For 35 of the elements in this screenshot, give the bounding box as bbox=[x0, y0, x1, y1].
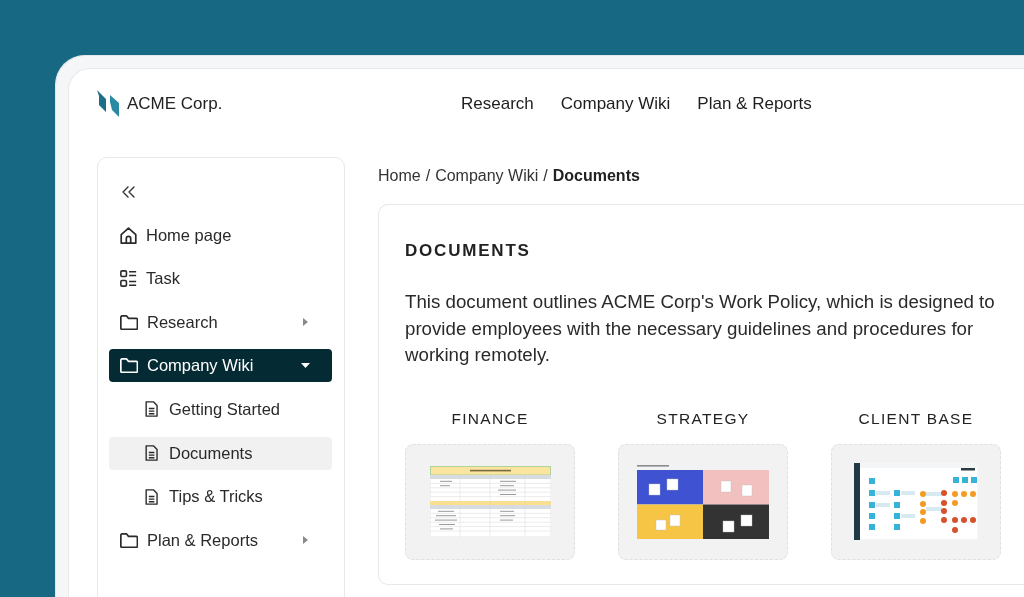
sidebar-item[interactable]: Home page bbox=[109, 218, 332, 252]
breadcrumb-link[interactable]: Home bbox=[378, 164, 421, 188]
nav-link[interactable]: Research bbox=[461, 92, 534, 115]
description-text: This document outlines ACME Corp's Work Policy, which is designed to provide employees with the necessary guidelines and procedures for working remotely. bbox=[405, 290, 996, 367]
sidebar-item[interactable]: Research bbox=[109, 305, 332, 339]
folder-icon bbox=[120, 532, 138, 548]
document-icon bbox=[145, 401, 158, 418]
sidebar-item[interactable]: Task bbox=[109, 262, 332, 296]
folder-icon bbox=[120, 358, 138, 374]
breadcrumb-separator: / bbox=[543, 166, 548, 186]
task-list-icon bbox=[120, 270, 137, 288]
sidebar-item[interactable]: Company Wiki bbox=[109, 349, 332, 383]
sidebar-item[interactable]: Plan & Reports bbox=[109, 523, 332, 557]
document-icon bbox=[145, 445, 158, 462]
document-thumbnail[interactable] bbox=[405, 443, 575, 560]
document-thumbnail[interactable] bbox=[831, 443, 1001, 560]
thumbnail-title: FINANCE bbox=[451, 408, 529, 429]
breadcrumb-link[interactable]: Company Wiki bbox=[435, 164, 539, 188]
folder-icon bbox=[120, 314, 138, 330]
logo-icon bbox=[97, 90, 119, 117]
nav-link[interactable]: Company Wiki bbox=[560, 92, 671, 115]
nav-link[interactable]: Plan & Reports bbox=[697, 92, 812, 115]
sidebar-subitem[interactable]: Tips & Tricks bbox=[109, 480, 332, 514]
home-icon bbox=[120, 226, 137, 244]
breadcrumb-current: Documents bbox=[552, 166, 640, 186]
double-chevron-left-icon bbox=[121, 185, 136, 198]
thumbnail-title: CLIENT BASE bbox=[858, 408, 974, 429]
brand-name: ACME Corp. bbox=[127, 92, 223, 115]
thumbnail-title: STRATEGY bbox=[656, 408, 750, 429]
sidebar-subitem[interactable]: Documents bbox=[109, 436, 332, 470]
sidebar-subitem[interactable]: Getting Started bbox=[109, 392, 332, 426]
document-thumbnail[interactable] bbox=[618, 443, 788, 560]
page-title: DOCUMENTS bbox=[405, 240, 532, 262]
breadcrumb-separator: / bbox=[425, 166, 431, 186]
document-icon bbox=[145, 488, 158, 505]
